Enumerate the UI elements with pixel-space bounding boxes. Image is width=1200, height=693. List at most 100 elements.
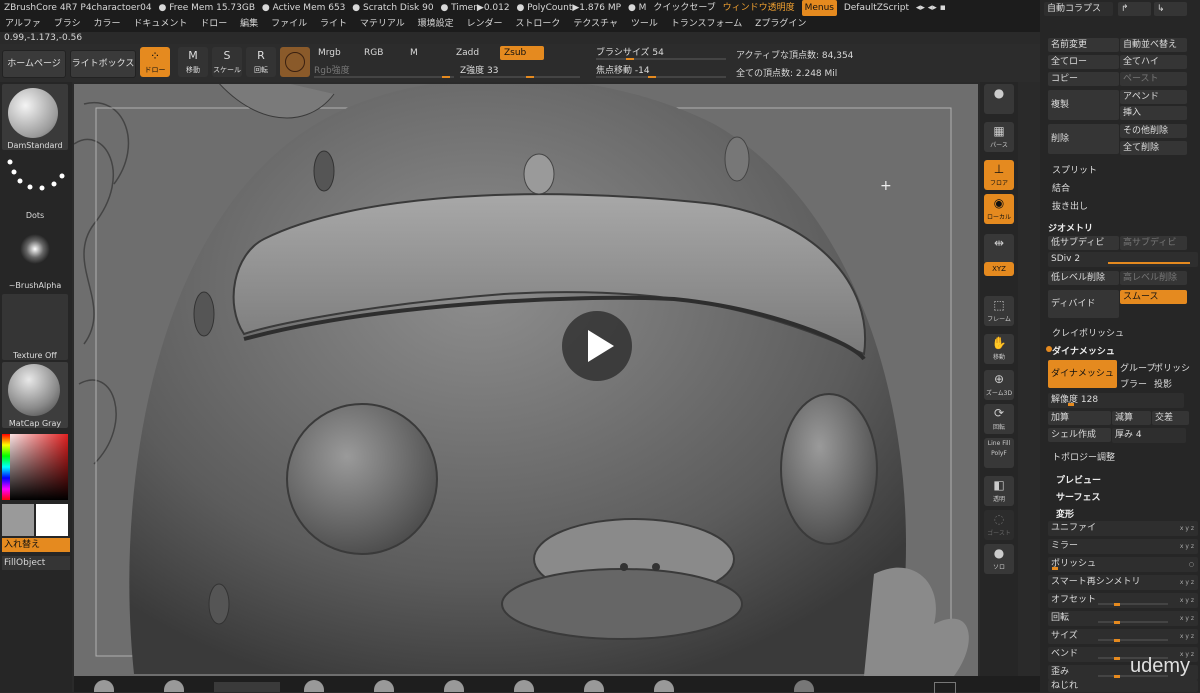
menu-render[interactable]: レンダー [467, 16, 503, 32]
copy-button[interactable]: コピー [1048, 72, 1119, 86]
claypolish-button[interactable]: クレイポリッシュ [1052, 326, 1124, 339]
spix-button[interactable]: ● [984, 84, 1014, 114]
insert-button[interactable]: 挿入 [1120, 106, 1187, 120]
video-play-button[interactable] [562, 311, 632, 381]
extract-button[interactable]: 抜き出し [1052, 199, 1088, 212]
menu-preferences[interactable]: 環境設定 [418, 16, 454, 32]
add-button[interactable]: 加算 [1048, 411, 1111, 425]
deform-polish[interactable]: ポリッシュ ○ [1048, 557, 1198, 572]
menu-zplugin[interactable]: Zプラグイン [755, 16, 806, 32]
sdiv-slider[interactable]: SDiv 2 [1048, 252, 1198, 267]
transparent-button[interactable]: ◧ 透明 [984, 476, 1014, 506]
deform-twist[interactable]: ねじれ [1048, 680, 1198, 692]
divide-button[interactable]: ディバイド [1048, 290, 1119, 318]
menus-button[interactable]: Menus [801, 0, 837, 16]
rgb-intensity-slider[interactable]: Rgb強度 [314, 64, 454, 78]
merge-button[interactable]: 結合 [1052, 181, 1070, 194]
brush-size-slider[interactable]: ブラシサイズ 54 [596, 46, 726, 60]
fill-object-button[interactable]: FillObject [2, 556, 70, 570]
texture-selector[interactable]: Texture Off [2, 294, 68, 360]
rename-button[interactable]: 名前変更 [1048, 38, 1119, 52]
polyf-button[interactable]: Line Fill PolyF [984, 438, 1014, 468]
quicksave-button[interactable]: クイックセーブ [653, 0, 715, 16]
split-button[interactable]: スプリット [1052, 163, 1097, 176]
delete-all-button[interactable]: 全て削除 [1120, 141, 1187, 155]
menu-color[interactable]: カラー [94, 16, 121, 32]
delete-lower-button[interactable]: 低レベル削除 [1048, 271, 1119, 285]
brush-slot-icon[interactable] [514, 680, 534, 692]
deform-size[interactable]: サイズ x y z [1048, 629, 1198, 644]
surface-header[interactable]: サーフェス [1056, 490, 1100, 503]
append-button[interactable]: アペンド [1120, 90, 1187, 104]
lower-subdiv-button[interactable]: 低サブディビ [1048, 236, 1119, 250]
paste-button[interactable]: ペースト [1120, 72, 1187, 86]
lightbox-button[interactable]: ライトボックス [70, 50, 136, 78]
brush-slot-icon[interactable] [214, 682, 280, 692]
rgb-toggle[interactable]: RGB [360, 46, 387, 60]
thickness-slider[interactable]: 厚み 4 [1112, 428, 1186, 443]
menu-alpha[interactable]: アルファ [5, 16, 41, 32]
brush-slot-icon[interactable] [794, 680, 814, 692]
sub-button[interactable]: 減算 [1112, 411, 1151, 425]
canvas-viewport[interactable]: + [74, 84, 978, 676]
intersect-button[interactable]: 交差 [1152, 411, 1189, 425]
brush-slot-icon[interactable] [654, 680, 674, 692]
all-high-button[interactable]: 全てハイ [1120, 55, 1187, 69]
xyz-button[interactable]: XYZ [984, 262, 1014, 276]
floor-button[interactable]: ⊥ フロア [984, 160, 1014, 190]
menu-tool[interactable]: ツール [631, 16, 658, 32]
zsub-toggle[interactable]: Zsub [500, 46, 544, 60]
menu-stroke[interactable]: ストローク [515, 16, 560, 32]
solo-button[interactable]: ● ソロ [984, 544, 1014, 574]
deform-unify[interactable]: ユニファイ x y z [1048, 521, 1198, 536]
redo-icon[interactable]: ↱ [1118, 2, 1151, 16]
color-picker[interactable] [2, 434, 68, 500]
menu-material[interactable]: マテリアル [360, 16, 405, 32]
deform-smart-resym[interactable]: スマート再シンメトリ x y z [1048, 575, 1198, 590]
topology-button[interactable]: トポロジー調整 [1052, 450, 1115, 463]
menu-transform[interactable]: トランスフォーム [671, 16, 743, 32]
alpha-selector[interactable]: ~BrushAlpha [2, 224, 68, 290]
duplicate-button[interactable]: 複製 [1048, 90, 1119, 120]
auto-collapse-button[interactable]: 自動コラプス [1044, 2, 1113, 16]
move-tool-button[interactable]: M 移動 [178, 47, 208, 77]
project-toggle[interactable]: 投影 [1154, 377, 1172, 390]
z-intensity-slider[interactable]: Z強度 33 [460, 64, 580, 78]
brush-slot-icon[interactable] [304, 680, 324, 692]
scale-tool-button[interactable]: S スケール [212, 47, 242, 77]
material-selector[interactable]: MatCap Gray [2, 362, 68, 428]
smooth-toggle[interactable]: スムース [1120, 290, 1187, 304]
rotate-tool-button[interactable]: R 回転 [246, 47, 276, 77]
script-button[interactable]: DefaultZScript [844, 0, 909, 16]
zoom3d-button[interactable]: ⊕ ズーム3D [984, 370, 1014, 400]
m-toggle[interactable]: M [406, 46, 422, 60]
local-button[interactable]: ◉ ローカル [984, 194, 1014, 224]
geometry-header[interactable]: ジオメトリ [1048, 221, 1093, 234]
deform-offset[interactable]: オフセット x y z [1048, 593, 1198, 608]
deform-rotate[interactable]: 回転 x y z [1048, 611, 1198, 626]
persp-button[interactable]: ▦ パース [984, 122, 1014, 152]
hue-strip[interactable] [2, 434, 10, 500]
undo-icon[interactable]: ↳ [1154, 2, 1187, 16]
all-low-button[interactable]: 全てロー [1048, 55, 1119, 69]
dynamesh-header[interactable]: ダイナメッシュ [1052, 344, 1115, 357]
rotate-view-button[interactable]: ⟳ 回転 [984, 404, 1014, 434]
menu-edit[interactable]: 編集 [240, 16, 258, 32]
draw-tool-button[interactable]: ⁘ ドロー [140, 47, 170, 77]
delete-higher-button[interactable]: 高レベル削除 [1120, 271, 1187, 285]
menu-document[interactable]: ドキュメント [133, 16, 187, 32]
window-transparency-button[interactable]: ウィンドウ透明度 [723, 0, 795, 16]
menu-file[interactable]: ファイル [271, 16, 307, 32]
ghost-button[interactable]: ◌ ゴースト [984, 510, 1014, 540]
menu-light[interactable]: ライト [320, 16, 347, 32]
groups-toggle[interactable]: グループ [1120, 361, 1155, 374]
brush-slot-icon[interactable] [934, 682, 956, 693]
brush-slot-icon[interactable] [164, 680, 184, 692]
zadd-toggle[interactable]: Zadd [452, 46, 483, 60]
brush-slot-icon[interactable] [584, 680, 604, 692]
stroke-selector[interactable]: Dots [2, 154, 68, 220]
autosort-button[interactable]: 自動並べ替え [1120, 38, 1187, 52]
focal-shift-slider[interactable]: 焦点移動 -14 [596, 64, 726, 78]
menu-texture[interactable]: テクスチャ [573, 16, 618, 32]
blur-slider[interactable]: ブラー [1120, 377, 1147, 390]
